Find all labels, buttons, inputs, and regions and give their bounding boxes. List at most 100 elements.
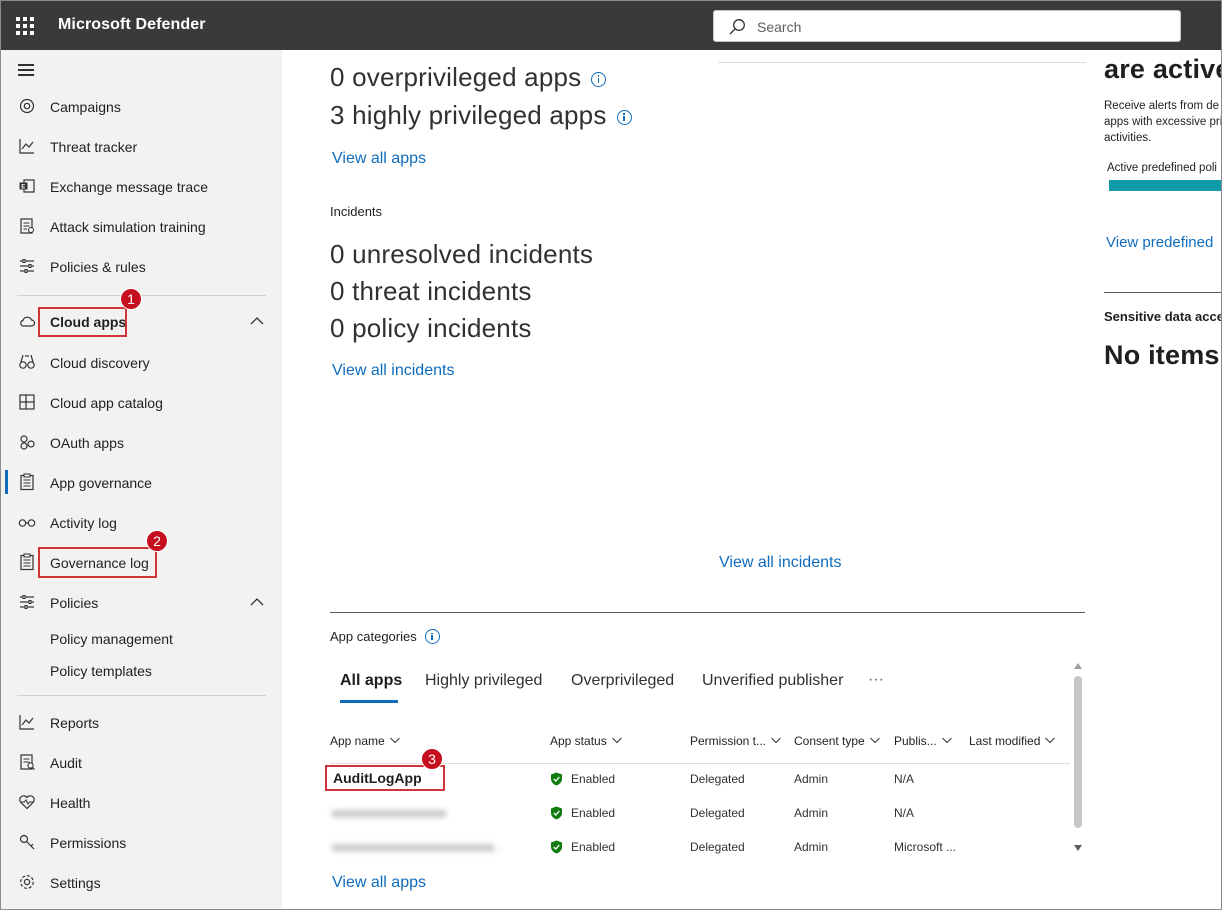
sidebar-item-label: Policies: [50, 595, 99, 611]
callout-box-cloud-apps: [38, 307, 127, 337]
scrollbar-thumb[interactable]: [1074, 676, 1082, 828]
window-frame: Microsoft Defender Search Campaigns Thre…: [0, 0, 1222, 910]
publisher-cell: N/A: [894, 772, 915, 786]
column-header-consent-type[interactable]: Consent type: [794, 734, 880, 748]
tab-overprivileged[interactable]: Overprivileged: [571, 672, 674, 690]
chevron-down-icon: [771, 737, 781, 744]
unresolved-incidents-stat: 0 unresolved incidents: [330, 239, 594, 269]
chevron-up-icon[interactable]: [250, 314, 264, 328]
view-all-incidents-link-2[interactable]: View all incidents: [719, 554, 841, 572]
column-header-app-status[interactable]: App status: [550, 734, 622, 748]
target-icon: [19, 98, 35, 114]
tab-unverified-publisher[interactable]: Unverified publisher: [702, 672, 843, 690]
search-box[interactable]: Search: [713, 10, 1181, 42]
sidebar-item-campaigns[interactable]: Campaigns: [1, 88, 282, 124]
column-header-label: Consent type: [794, 734, 865, 748]
sidebar-item-cloud-discovery[interactable]: Cloud discovery: [1, 344, 282, 380]
binoculars-icon: [19, 354, 35, 369]
sidebar-item-policies[interactable]: Policies: [1, 584, 282, 620]
sidebar-item-label: Activity log: [50, 515, 117, 531]
view-all-apps-link-2[interactable]: View all apps: [332, 874, 426, 892]
consent-type-cell: Admin: [794, 806, 829, 820]
sidebar-item-settings[interactable]: Settings: [1, 864, 282, 900]
right-panel-heading: are active: [1104, 54, 1222, 84]
sidebar-item-permissions[interactable]: Permissions: [1, 824, 282, 860]
app-status-cell: Enabled: [550, 772, 615, 787]
sidebar-item-threat-tracker[interactable]: Threat tracker: [1, 128, 282, 164]
column-header-permission-type[interactable]: Permission t...: [690, 734, 781, 748]
sidebar-item-label: Cloud app catalog: [50, 395, 163, 411]
sidebar-item-policies-rules[interactable]: Policies & rules: [1, 248, 282, 284]
sidebar-item-cloud-app-catalog[interactable]: Cloud app catalog: [1, 384, 282, 420]
column-header-publisher[interactable]: Publis...: [894, 734, 952, 748]
chevron-up-icon[interactable]: [250, 595, 264, 609]
sidebar-item-label: App governance: [50, 475, 152, 491]
info-icon[interactable]: [616, 109, 632, 125]
hamburger-icon[interactable]: [18, 64, 34, 76]
app-status-text: Enabled: [571, 772, 616, 786]
sidebar-item-activity-log[interactable]: Activity log: [1, 504, 282, 540]
view-predefined-link[interactable]: View predefined: [1106, 234, 1213, 251]
app-launcher-icon[interactable]: [16, 17, 34, 35]
column-header-app-name[interactable]: App name: [330, 734, 400, 748]
permission-type-cell: Delegated: [690, 772, 745, 786]
tab-highly-privileged[interactable]: Highly privileged: [425, 672, 542, 690]
publisher-cell: Microsoft ...: [894, 840, 957, 854]
sidebar-item-health[interactable]: Health: [1, 784, 282, 820]
audit-icon: [20, 754, 35, 770]
shield-check-icon: [551, 840, 562, 854]
search-placeholder[interactable]: Search: [757, 19, 801, 35]
publisher-cell: N/A: [894, 806, 915, 820]
column-header-last-modified[interactable]: Last modified: [969, 734, 1056, 748]
view-all-incidents-link[interactable]: View all incidents: [332, 362, 454, 380]
sidebar-item-policy-management[interactable]: Policy management: [1, 620, 282, 656]
sidebar-item-label: Health: [50, 795, 91, 811]
info-icon[interactable]: [591, 71, 607, 87]
app-name-link[interactable]: xxxxxxxxxxxxxxxxxxx: [332, 806, 446, 820]
app-status-cell: Enabled: [550, 806, 615, 821]
active-indicator: [5, 470, 8, 494]
gear-icon: [20, 875, 34, 889]
info-icon[interactable]: [424, 629, 440, 645]
sidebar-item-exchange-message-trace[interactable]: E Exchange message trace: [1, 168, 282, 204]
sidebar-item-oauth-apps[interactable]: OAuth apps: [1, 424, 282, 460]
highly-privileged-apps-stat: 3 highly privileged apps: [330, 100, 632, 131]
app-title[interactable]: Microsoft Defender: [58, 16, 206, 34]
sidebar: Campaigns Threat tracker E Exchange mess…: [1, 50, 282, 909]
overprivileged-apps-text: 0 overprivileged apps: [330, 62, 582, 92]
section-divider: [718, 62, 1086, 63]
sidebar-item-label: Exchange message trace: [50, 179, 208, 195]
scroll-up-arrow-icon[interactable]: [1073, 662, 1083, 670]
scroll-down-arrow-icon[interactable]: [1073, 844, 1083, 852]
oauth-icon: [20, 435, 35, 450]
chevron-down-icon: [389, 737, 400, 744]
column-header-label: App status: [550, 734, 607, 748]
sidebar-item-label: Cloud discovery: [50, 355, 150, 371]
sidebar-item-label: Permissions: [50, 835, 127, 851]
tab-all-apps[interactable]: All apps: [340, 672, 402, 690]
sidebar-item-label: Threat tracker: [50, 139, 138, 155]
sensitive-data-heading: Sensitive data acce: [1104, 309, 1222, 324]
overprivileged-apps-stat: 0 overprivileged apps: [330, 62, 607, 93]
step-badge: 1: [120, 288, 142, 310]
sidebar-item-attack-simulation-training[interactable]: Attack simulation training: [1, 208, 282, 244]
sidebar-item-app-governance[interactable]: App governance: [1, 464, 282, 500]
cloud-icon: [20, 316, 36, 327]
app-status-cell: Enabled: [550, 840, 615, 855]
more-tabs-button[interactable]: ···: [868, 671, 884, 689]
sidebar-item-reports[interactable]: Reports: [1, 704, 282, 740]
app-name-link[interactable]: xxxxxxxxxxxxxxxxxxxxxxxxxxx .: [332, 840, 501, 854]
app-status-text: Enabled: [571, 840, 616, 854]
tab-selected-indicator: [340, 700, 398, 703]
column-header-label: Last modified: [969, 734, 1041, 748]
table-scrollbar[interactable]: [1072, 662, 1084, 852]
sidebar-item-label: Settings: [50, 875, 101, 891]
column-header-label: App name: [330, 734, 385, 748]
sidebar-item-audit[interactable]: Audit: [1, 744, 282, 780]
shield-check-icon: [551, 806, 562, 820]
view-all-apps-link[interactable]: View all apps: [332, 150, 426, 168]
sidebar-item-policy-templates[interactable]: Policy templates: [1, 652, 282, 688]
glasses-icon: [18, 519, 36, 527]
policy-incidents-stat: 0 policy incidents: [330, 313, 532, 343]
catalog-icon: [19, 394, 35, 410]
